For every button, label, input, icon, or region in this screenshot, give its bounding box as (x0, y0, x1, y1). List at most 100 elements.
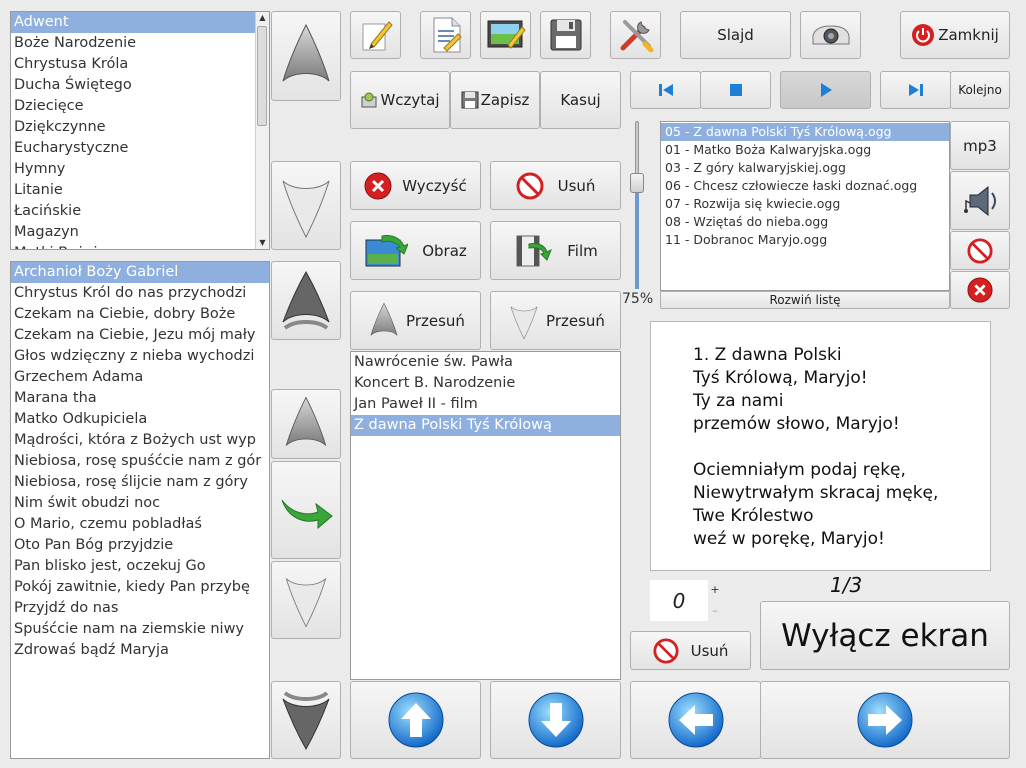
category-scrollbar[interactable]: ▲ ▼ (255, 12, 269, 249)
playlist-track[interactable]: 03 - Z góry kalwaryjskiej.ogg (661, 159, 949, 177)
song-top-button[interactable] (271, 261, 341, 340)
slide-button[interactable]: Slajd (680, 11, 791, 59)
playlist-track[interactable]: 08 - Wziętaś do nieba.ogg (661, 213, 949, 231)
cone-up-icon (282, 23, 330, 82)
close-app-button[interactable]: Zamknij (900, 11, 1010, 59)
schedule-item[interactable]: Jan Paweł II - film (351, 394, 620, 415)
scroll-up-arrow-icon[interactable]: ▲ (256, 12, 269, 24)
play-button[interactable] (780, 71, 871, 109)
skip-forward-button[interactable] (880, 71, 951, 109)
mp3-button[interactable]: mp3 (950, 121, 1010, 170)
schedule-item[interactable]: Koncert B. Narodzenie (351, 373, 620, 394)
volume-handle[interactable] (630, 173, 644, 193)
screen-off-button[interactable]: Wyłącz ekran (760, 601, 1010, 670)
song-item[interactable]: Niebiosa, rosę ślijcie nam z góry (11, 472, 269, 493)
category-item[interactable]: Łacińskie (11, 201, 255, 222)
scroll-down-arrow-icon[interactable]: ▼ (256, 237, 269, 249)
song-item[interactable]: Matko Odkupiciela (11, 409, 269, 430)
category-item[interactable]: Chrystusa Króla (11, 54, 255, 75)
schedule-up-button[interactable] (350, 681, 481, 759)
order-button[interactable]: Kolejno (950, 71, 1010, 109)
song-item[interactable]: Oto Pan Bóg przyjdzie (11, 535, 269, 556)
playlist-remove-button[interactable] (950, 231, 1010, 270)
slide-number-spinbox[interactable]: 0 + – (650, 580, 722, 621)
schedule-list[interactable]: Nawrócenie św. Pawła Koncert B. Narodzeni… (350, 351, 621, 680)
schedule-item[interactable]: Nawrócenie św. Pawła (351, 352, 620, 373)
projector-button[interactable] (800, 11, 861, 59)
spin-value[interactable]: 0 (650, 580, 708, 621)
song-item[interactable]: Chrystus Król do nas przychodzi (11, 283, 269, 304)
category-item[interactable]: Eucharystyczne (11, 138, 255, 159)
volume-slider[interactable] (630, 121, 644, 289)
song-item[interactable]: Głos wdzięczny z nieba wychodzi (11, 346, 269, 367)
song-item[interactable]: Grzechem Adama (11, 367, 269, 388)
audio-settings-button[interactable] (950, 171, 1010, 230)
schedule-down-button[interactable] (490, 681, 621, 759)
move-item-down-button[interactable]: Przesuń (490, 291, 621, 350)
category-item[interactable]: Litanie (11, 180, 255, 201)
category-item[interactable]: Adwent (11, 12, 255, 33)
song-down-button[interactable] (271, 561, 341, 639)
song-up-button[interactable] (271, 389, 341, 459)
clear-button[interactable]: Wyczyść (350, 161, 481, 210)
category-item[interactable]: Dziękczynne (11, 117, 255, 138)
previous-slide-button[interactable] (630, 681, 761, 759)
playlist-track[interactable]: 11 - Dobranoc Maryjo.ogg (661, 231, 949, 249)
no-entry-icon (653, 637, 679, 664)
playlist[interactable]: 05 - Z dawna Polski Tyś Królową.ogg 01 - … (660, 121, 950, 291)
spin-down-button[interactable]: – (708, 600, 722, 621)
category-item[interactable]: Dziecięce (11, 96, 255, 117)
category-item[interactable]: Boże Narodzenie (11, 33, 255, 54)
next-slide-button[interactable] (760, 681, 1010, 759)
move-item-up-button[interactable]: Przesuń (350, 291, 481, 350)
schedule-item[interactable]: Z dawna Polski Tyś Królową (351, 415, 620, 436)
delete-button[interactable]: Kasuj (540, 71, 621, 129)
spin-up-button[interactable]: + (708, 580, 722, 600)
save-disk-button[interactable] (540, 11, 591, 59)
playlist-track[interactable]: 07 - Rozwija się kwiecie.ogg (661, 195, 949, 213)
song-list[interactable]: Archanioł Boży Gabriel Chrystus Król do n… (10, 261, 270, 759)
song-item[interactable]: Czekam na Ciebie, dobry Boże (11, 304, 269, 325)
scroll-thumb[interactable] (257, 26, 267, 126)
song-item[interactable]: Czekam na Ciebie, Jezu mój mały (11, 325, 269, 346)
category-up-button[interactable] (271, 11, 341, 101)
song-item[interactable]: Zdrowaś bądź Maryja (11, 640, 269, 661)
category-item[interactable]: Magazyn (11, 222, 255, 243)
song-item[interactable]: Pan blisko jest, oczekuj Go (11, 556, 269, 577)
edit-document-button[interactable] (420, 11, 471, 59)
song-item[interactable]: Pokój zawitnie, kiedy Pan przybę (11, 577, 269, 598)
category-item[interactable]: Matki Bożej (11, 243, 255, 249)
volume-level (635, 183, 639, 289)
remove-item-button[interactable]: Usuń (490, 161, 621, 210)
save-button[interactable]: Zapisz (450, 71, 540, 129)
stop-button[interactable] (700, 71, 771, 109)
edit-text-button[interactable] (350, 11, 401, 59)
song-item[interactable]: Archanioł Boży Gabriel (11, 262, 269, 283)
category-down-button[interactable] (271, 161, 341, 250)
load-button[interactable]: Wczytaj (350, 71, 450, 129)
playlist-clear-button[interactable] (950, 271, 1010, 309)
category-item[interactable]: Ducha Świętego (11, 75, 255, 96)
song-item[interactable]: O Mario, czemu pobladłaś (11, 514, 269, 535)
song-item[interactable]: Przyjdź do nas (11, 598, 269, 619)
playlist-track[interactable]: 01 - Matko Boża Kalwaryjska.ogg (661, 141, 949, 159)
playlist-track[interactable]: 05 - Z dawna Polski Tyś Królową.ogg (661, 123, 949, 141)
add-image-button[interactable]: Obraz (350, 221, 481, 280)
song-item[interactable]: Spuśćcie nam na ziemskie niwy (11, 619, 269, 640)
song-item[interactable]: Nim świt obudzi noc (11, 493, 269, 514)
song-item[interactable]: Marana tha (11, 388, 269, 409)
settings-button[interactable] (610, 11, 661, 59)
category-list[interactable]: Adwent Boże Narodzenie Chrystusa Króla Duch… (10, 11, 270, 250)
lyric-line: weź w porękę, Maryjo! (693, 529, 885, 549)
edit-image-button[interactable] (480, 11, 531, 59)
song-item[interactable]: Niebiosa, rosę spuśćcie nam z gór (11, 451, 269, 472)
add-film-button[interactable]: Film (490, 221, 621, 280)
remove-slide-button[interactable]: Usuń (630, 631, 751, 670)
song-bottom-button[interactable] (271, 681, 341, 759)
playlist-track[interactable]: 06 - Chcesz człowiecze łaski doznać.ogg (661, 177, 949, 195)
skip-back-button[interactable] (630, 71, 701, 109)
song-item[interactable]: Mądrości, która z Bożych ust wyp (11, 430, 269, 451)
category-item[interactable]: Hymny (11, 159, 255, 180)
expand-list-button[interactable]: Rozwiń listę (660, 291, 950, 309)
add-to-schedule-button[interactable] (271, 461, 341, 559)
